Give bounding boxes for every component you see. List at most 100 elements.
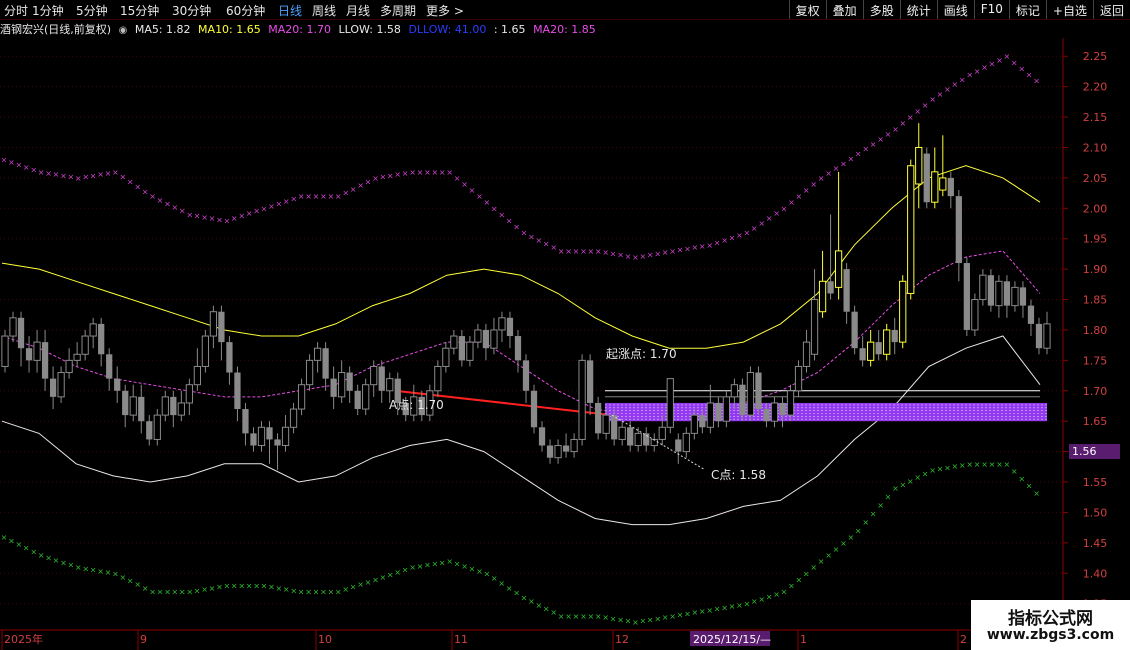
upper-cross-mark: ×: [595, 247, 602, 256]
price-tick-label: 1.85: [1083, 294, 1108, 307]
upper-cross-mark: ×: [454, 174, 461, 183]
candle-body: [586, 360, 594, 403]
period-tab-60min[interactable]: 60分钟: [226, 2, 265, 19]
candle-body: [49, 378, 57, 397]
upper-cross-mark: ×: [684, 244, 691, 253]
upper-cross-mark: ×: [45, 169, 52, 178]
mark-button[interactable]: 标记: [1008, 0, 1046, 19]
lower-cross-mark: ×: [179, 588, 186, 597]
candle-body: [851, 311, 858, 349]
period-tab-1min[interactable]: 1分钟: [32, 2, 64, 19]
candle-body: [9, 317, 17, 337]
lower-cross-mark: ×: [238, 581, 245, 590]
upper-cross-mark: ×: [298, 192, 305, 201]
upper-cross-mark: ×: [840, 159, 847, 168]
period-tab-more[interactable]: 更多 >: [426, 2, 464, 19]
upper-cross-mark: ×: [810, 180, 817, 189]
candle: [618, 421, 626, 446]
upper-cross-mark: ×: [90, 171, 97, 180]
candle: [114, 366, 121, 403]
lower-cross-mark: ×: [253, 581, 260, 590]
upper-cross-mark: ×: [966, 70, 973, 79]
upper-cross-mark: ×: [602, 248, 609, 257]
candle: [49, 366, 57, 410]
multi-stock-button[interactable]: 多股: [862, 0, 900, 19]
upper-cross-mark: ×: [16, 161, 23, 170]
period-tab-5min[interactable]: 5分钟: [76, 2, 108, 19]
lower-cross-mark: ×: [803, 569, 810, 578]
upper-cross-mark: ×: [565, 247, 572, 256]
lower-cross-mark: ×: [68, 561, 75, 570]
candle: [915, 123, 923, 209]
date-highlight-label: 2025/12/15/—: [693, 633, 771, 646]
candle-body: [739, 384, 746, 416]
ma20-value: MA20: 1.70: [268, 23, 331, 36]
stats-button[interactable]: 统计: [899, 0, 937, 19]
upper-cross-mark: ×: [469, 186, 476, 195]
period-tab-multi[interactable]: 多周期: [380, 2, 416, 19]
candle-body: [627, 427, 634, 446]
upper-cross-mark: ×: [632, 253, 639, 262]
period-tab-monthly[interactable]: 月线: [346, 2, 370, 19]
candle-body: [370, 365, 378, 386]
candle-body: [138, 396, 145, 422]
upper-cross-mark: ×: [706, 241, 713, 250]
candle: [643, 427, 650, 452]
period-tab-weekly[interactable]: 周线: [312, 2, 336, 19]
kline-chart[interactable]: 2.25 2.20 2.15 2.10 2.05 2.00 1.95 1.90 1.85 1.80…: [0, 38, 1130, 650]
lower-cross-mark: ×: [320, 588, 327, 597]
lower-cross-mark: ×: [402, 566, 409, 575]
add-watchlist-button[interactable]: +自选: [1045, 0, 1093, 19]
candle-body: [266, 427, 273, 440]
candle: [57, 366, 65, 403]
period-tab-15min[interactable]: 15分钟: [120, 2, 159, 19]
candle: [218, 305, 225, 361]
candle-body: [25, 348, 33, 361]
lower-cross-mark: ×: [439, 558, 446, 567]
upper-cross-mark: ×: [75, 174, 82, 183]
lower-cross-mark: ×: [647, 615, 654, 624]
candle-body: [386, 378, 394, 392]
upper-cross-mark: ×: [640, 252, 647, 261]
upper-cross-mark: ×: [380, 173, 387, 182]
lower-cross-mark: ×: [706, 606, 713, 615]
upper-cross-mark: ×: [974, 67, 981, 76]
upper-cross-mark: ×: [320, 192, 327, 201]
lower-cross-mark: ×: [149, 588, 156, 597]
lower-cross-mark: ×: [996, 460, 1003, 469]
upper-cross-mark: ×: [335, 192, 342, 201]
indicator-settings-icon[interactable]: ◉: [119, 25, 128, 36]
period-tab-daily[interactable]: 日线: [278, 2, 302, 19]
indicator-info-bar: 酒钢宏兴(日线,前复权) ◉ MA5: 1.82 MA10: 1.65 MA20…: [0, 21, 600, 37]
candle: [185, 378, 193, 416]
period-tab-fenshi[interactable]: 分时: [4, 2, 28, 19]
upper-cross-mark: ×: [669, 247, 676, 256]
candle: [779, 396, 786, 428]
candle-body: [106, 354, 113, 379]
period-tab-30min[interactable]: 30分钟: [172, 2, 211, 19]
candle: [250, 427, 257, 452]
upper-cross-mark: ×: [1004, 52, 1011, 61]
price-tick-label: 2.05: [1083, 172, 1108, 185]
date-label: 1: [800, 633, 807, 646]
upper-cross-mark: ×: [736, 231, 743, 240]
candle: [1043, 311, 1051, 355]
draw-line-button[interactable]: 画线: [936, 0, 974, 19]
candle-body: [297, 384, 306, 410]
back-button[interactable]: 返回: [1092, 0, 1130, 19]
upper-cross-mark: ×: [610, 249, 617, 258]
lower-cross-mark: ×: [1033, 489, 1040, 498]
f10-button[interactable]: F10: [973, 0, 1009, 19]
upper-cross-mark: ×: [513, 223, 520, 232]
lower-cross-mark: ×: [268, 583, 275, 592]
candle-body: [490, 329, 498, 349]
candle: [177, 390, 185, 422]
lower-cross-mark: ×: [491, 574, 498, 583]
overlay-button[interactable]: 叠加: [825, 0, 863, 19]
upper-cross-mark: ×: [536, 236, 543, 245]
candle-body: [987, 275, 995, 306]
fuquan-button[interactable]: 复权: [788, 0, 826, 19]
candle-body: [450, 335, 458, 349]
upper-cross-mark: ×: [848, 154, 855, 163]
upper-cross-mark: ×: [439, 168, 446, 177]
